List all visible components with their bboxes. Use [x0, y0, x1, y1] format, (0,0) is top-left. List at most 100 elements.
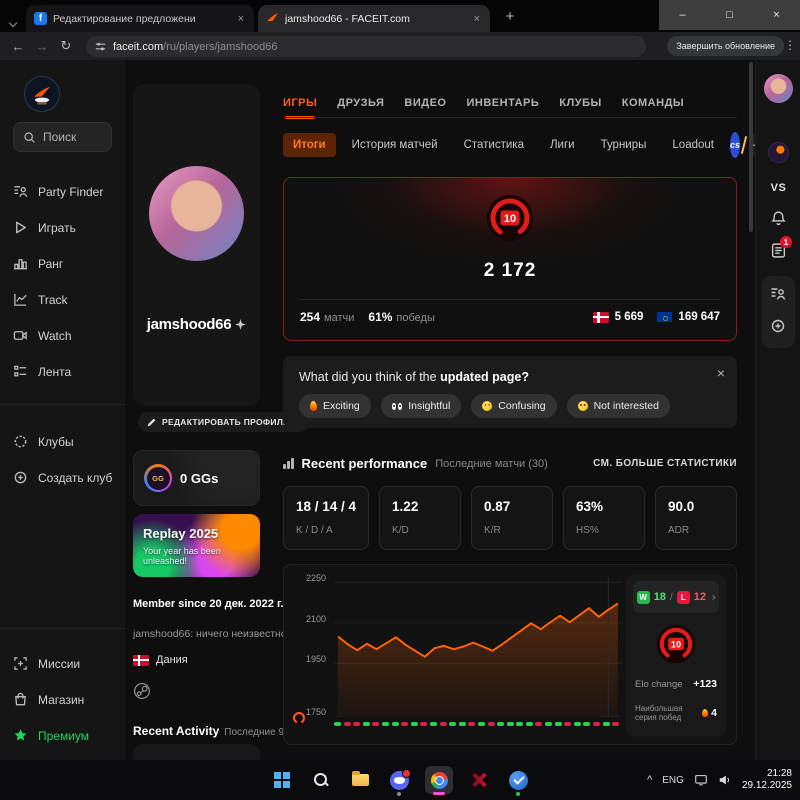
tab-friends[interactable]: ДРУЗЬЯ — [337, 97, 384, 117]
steam-icon[interactable] — [133, 682, 151, 700]
page-scrollbar[interactable] — [749, 62, 753, 232]
profile-avatar[interactable] — [149, 166, 244, 261]
match-result-win[interactable] — [411, 722, 418, 726]
forward-button[interactable]: → — [30, 39, 54, 54]
match-result-loss[interactable] — [468, 722, 475, 726]
match-result-loss[interactable] — [535, 722, 542, 726]
subtab-leagues[interactable]: Лиги — [540, 133, 585, 157]
ggs-card[interactable]: GG 0 GGs — [133, 450, 260, 506]
feedback-not-interested-button[interactable]: Not interested — [567, 394, 670, 418]
reload-button[interactable]: ↻ — [54, 38, 78, 54]
tab-games[interactable]: ИГРЫ — [283, 97, 317, 117]
sidebar-item-create-club[interactable]: Создать клуб — [13, 470, 112, 485]
finish-update-button[interactable]: Завершить обновление — [667, 36, 784, 56]
match-result-win[interactable] — [459, 722, 466, 726]
sidebar-item-track[interactable]: Track — [13, 292, 68, 307]
anticheat-app-button[interactable] — [505, 767, 531, 793]
subtab-overview[interactable]: Итоги — [283, 133, 336, 157]
tab-close-icon[interactable]: × — [472, 13, 482, 25]
match-result-win[interactable] — [603, 722, 610, 726]
feedback-insightful-button[interactable]: Insightful — [381, 394, 462, 418]
sidebar-item-play[interactable]: Играть — [13, 220, 76, 235]
feedback-exciting-button[interactable]: Exciting — [299, 394, 371, 418]
match-result-loss[interactable] — [612, 722, 619, 726]
notifications-bell-icon[interactable] — [770, 210, 787, 227]
win-loss-summary[interactable]: W 18 / L 12 › — [633, 581, 719, 613]
match-result-win[interactable] — [497, 722, 504, 726]
cs2-game-icon[interactable]: cs — [730, 132, 740, 158]
sidebar-item-shop[interactable]: Магазин — [13, 692, 84, 707]
match-result-win[interactable] — [382, 722, 389, 726]
window-restore-button[interactable]: □ — [706, 0, 753, 30]
match-result-win[interactable] — [430, 722, 437, 726]
start-button[interactable] — [269, 767, 295, 793]
browser-tab-active[interactable]: jamshood66 - FACEIT.com × — [258, 5, 490, 32]
club-shortcut-icon[interactable] — [768, 142, 789, 163]
match-result-loss[interactable] — [420, 722, 427, 726]
sidebar-item-missions[interactable]: Миссии — [13, 656, 80, 671]
match-result-loss[interactable] — [440, 722, 447, 726]
match-result-win[interactable] — [583, 722, 590, 726]
match-result-win[interactable] — [478, 722, 485, 726]
search-input[interactable]: Поиск — [13, 122, 112, 152]
country-ranking[interactable]: 5 669 — [593, 311, 644, 323]
match-result-loss[interactable] — [353, 722, 360, 726]
address-bar[interactable]: faceit.com/ru/players/jamshood66 — [86, 36, 646, 57]
match-result-loss[interactable] — [488, 722, 495, 726]
sidebar-item-watch[interactable]: Watch — [13, 328, 72, 343]
display-tray-icon[interactable] — [694, 773, 708, 787]
match-result-loss[interactable] — [564, 722, 571, 726]
browser-tab-inactive[interactable]: f Редактирование предложени × — [26, 5, 254, 32]
match-result-win[interactable] — [516, 722, 523, 726]
back-button[interactable]: ← — [6, 39, 30, 54]
tab-videos[interactable]: ВИДЕО — [404, 97, 446, 117]
match-result-win[interactable] — [363, 722, 370, 726]
subtab-statistics[interactable]: Статистика — [454, 133, 534, 157]
tab-clubs[interactable]: КЛУБЫ — [559, 97, 601, 117]
tab-inventory[interactable]: ИНВЕНТАРЬ — [467, 97, 540, 117]
subtab-loadout[interactable]: Loadout — [662, 133, 724, 157]
user-avatar[interactable] — [764, 74, 793, 103]
subtab-match-history[interactable]: История матчей — [342, 133, 448, 157]
taskbar-search-button[interactable] — [308, 767, 334, 793]
match-result-win[interactable] — [555, 722, 562, 726]
match-result-win[interactable] — [449, 722, 456, 726]
faceit-client-button[interactable] — [466, 767, 492, 793]
file-explorer-button[interactable] — [347, 767, 373, 793]
match-result-loss[interactable] — [401, 722, 408, 726]
sidebar-item-clubs[interactable]: Клубы — [13, 434, 74, 449]
sidebar-item-party-finder[interactable]: Party Finder — [13, 184, 103, 199]
tray-expand-icon[interactable]: ^ — [647, 774, 652, 786]
faceit-logo[interactable] — [24, 76, 60, 112]
party-finder-icon[interactable] — [770, 286, 786, 302]
match-result-win[interactable] — [392, 722, 399, 726]
window-close-button[interactable]: × — [753, 0, 800, 30]
chrome-button-active[interactable] — [425, 766, 453, 794]
feedback-confusing-button[interactable]: Confusing — [471, 394, 556, 418]
invite-plus-icon[interactable] — [770, 318, 786, 334]
window-minimize-button[interactable]: – — [659, 0, 706, 30]
close-icon[interactable]: × — [717, 365, 725, 381]
tab-close-icon[interactable]: × — [236, 13, 246, 25]
volume-tray-icon[interactable] — [718, 773, 732, 787]
sidebar-item-feed[interactable]: Лента — [13, 364, 71, 379]
discord-button[interactable] — [386, 767, 412, 793]
sidebar-item-premium[interactable]: Премиум — [13, 728, 89, 743]
match-result-win[interactable] — [334, 722, 341, 726]
new-tab-button[interactable]: + — [500, 8, 520, 25]
sidebar-item-rank[interactable]: Ранг — [13, 256, 63, 271]
match-result-loss[interactable] — [372, 722, 379, 726]
browser-menu-icon[interactable]: ⋮ — [784, 38, 796, 52]
match-result-loss[interactable] — [344, 722, 351, 726]
elo-line-chart[interactable] — [334, 577, 622, 717]
replay-2025-banner[interactable]: Replay 2025 Your year has been unleashed… — [133, 514, 260, 577]
match-result-loss[interactable] — [593, 722, 600, 726]
vs-label[interactable]: VS — [756, 182, 800, 194]
language-indicator[interactable]: ENG — [662, 775, 684, 786]
match-result-win[interactable] — [574, 722, 581, 726]
see-more-stats-link[interactable]: СМ. БОЛЬШЕ СТАТИСТИКИ — [593, 458, 737, 469]
site-settings-icon[interactable] — [94, 40, 107, 53]
region-ranking[interactable]: 169 647 — [657, 311, 720, 323]
tab-search-icon[interactable] — [10, 13, 16, 31]
clock[interactable]: 21:28 29.12.2025 — [742, 768, 792, 793]
